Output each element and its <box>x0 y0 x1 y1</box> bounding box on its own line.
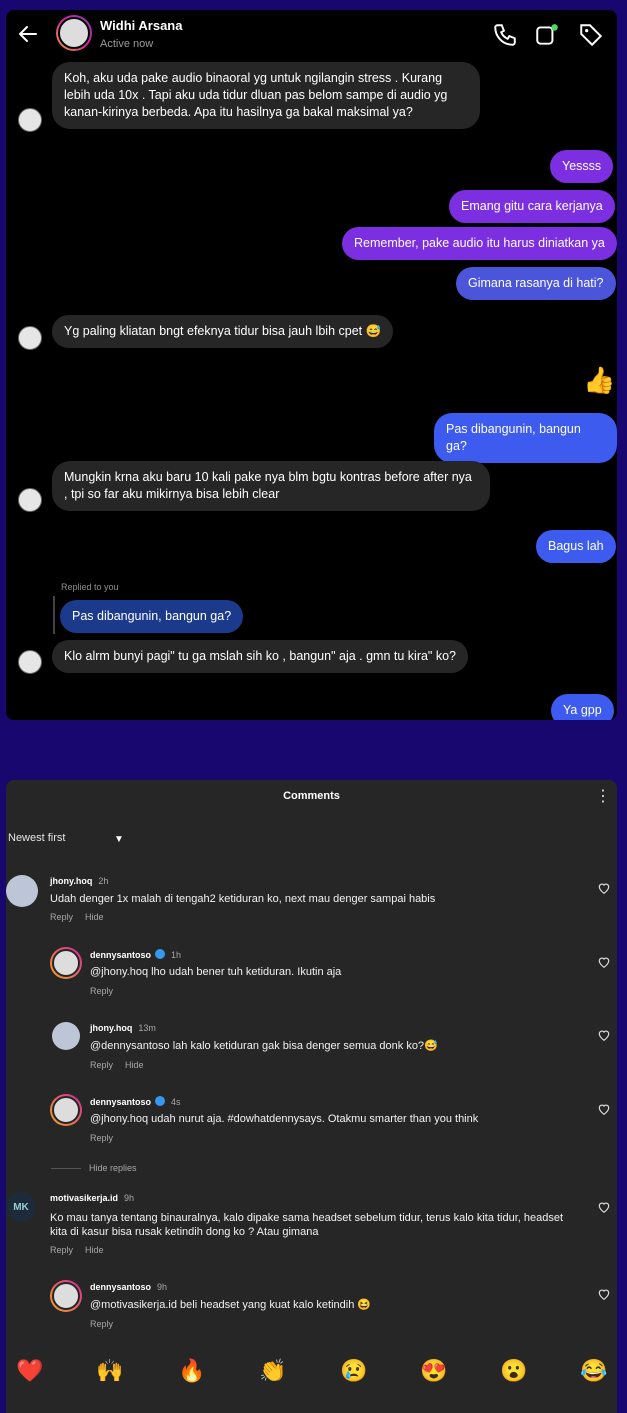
quoted-reply-message[interactable]: Pas dibangunin, bangun ga? <box>60 600 244 633</box>
tag-icon[interactable] <box>578 22 604 48</box>
video-call-icon[interactable] <box>534 22 560 48</box>
reply-indicator-line <box>53 596 55 634</box>
sort-selector[interactable]: Newest first <box>8 832 65 844</box>
thumbs-up-reaction[interactable]: 👍 <box>583 365 615 396</box>
message-outgoing[interactable]: Yessss <box>550 150 614 183</box>
message-outgoing[interactable]: Gimana rasanya di hati? <box>456 267 616 300</box>
heart-icon[interactable] <box>597 881 611 895</box>
emoji-clap[interactable]: 👏 <box>259 1358 286 1384</box>
commenter-avatar[interactable] <box>52 1022 80 1050</box>
emoji-surprised[interactable]: 😮 <box>500 1358 527 1384</box>
sender-avatar <box>18 108 42 132</box>
comment-text: @motivasikerja.id beli headset yang kuat… <box>90 1299 372 1311</box>
chat-header: Widhi Arsana Active now <box>6 10 617 60</box>
more-options-icon[interactable]: ⋮ <box>595 786 611 806</box>
heart-icon[interactable] <box>597 1028 611 1042</box>
hide-replies-button[interactable]: Hide replies <box>89 1163 137 1173</box>
emoji-raised-hands[interactable]: 🙌 <box>96 1358 123 1384</box>
comment-username[interactable]: dennysantoso <box>90 950 151 960</box>
reply-button[interactable]: Reply <box>90 1060 113 1070</box>
comment-username[interactable]: motivasikerja.id <box>50 1193 118 1203</box>
comment-actions: Reply Hide <box>50 1245 116 1255</box>
reply-button[interactable]: Reply <box>50 912 73 922</box>
commenter-avatar[interactable] <box>50 1280 82 1312</box>
comment-time: 13m <box>138 1023 156 1033</box>
hide-button[interactable]: Hide <box>85 1245 104 1255</box>
reply-button[interactable]: Reply <box>90 1133 113 1143</box>
quick-emoji-bar: ❤️ 🙌 🔥 👏 😢 😍 😮 😂 <box>6 1354 617 1394</box>
hide-button[interactable]: Hide <box>125 1060 144 1070</box>
comment-text: @dennysantoso lah kalo ketiduran gak bis… <box>90 1040 438 1052</box>
comment-text: Ko mau tanya tentang binauralnya, kalo d… <box>50 1212 564 1238</box>
comment-header: jhony.hoq 13m <box>90 1023 156 1033</box>
message-outgoing[interactable]: Pas dibangunin, bangun ga? <box>434 413 617 463</box>
message-outgoing[interactable]: Bagus lah <box>536 530 616 563</box>
comments-sheet: Comments ⋮ Newest first ▼ jhony.hoq 2h Ud… <box>6 780 617 1413</box>
sender-avatar <box>18 650 42 674</box>
comments-title: Comments <box>283 790 340 802</box>
reply-button[interactable]: Reply <box>50 1245 73 1255</box>
divider <box>51 1168 81 1169</box>
message-outgoing[interactable]: Emang gitu cara kerjanya <box>449 190 615 223</box>
direct-message-screen: Widhi Arsana Active now Koh, aku uda pak… <box>6 10 617 720</box>
comment-text: @jhony.hoq udah nurut aja. #dowhatdennys… <box>90 1113 479 1125</box>
heart-icon[interactable] <box>597 1287 611 1301</box>
emoji-heart-eyes[interactable]: 😍 <box>420 1358 447 1384</box>
comment-header: dennysantoso 4s <box>90 1096 181 1107</box>
heart-icon[interactable] <box>597 1200 611 1214</box>
emoji-laughing[interactable]: 😂 <box>580 1358 607 1384</box>
message-outgoing[interactable]: Ya gpp <box>551 694 614 720</box>
heart-icon[interactable] <box>597 955 611 969</box>
comment-username[interactable]: jhony.hoq <box>50 876 92 886</box>
commenter-avatar[interactable] <box>50 947 82 979</box>
comment-text: Udah denger 1x malah di tengah2 ketidura… <box>50 893 436 905</box>
message-outgoing[interactable]: Remember, pake audio itu harus diniatkan… <box>342 227 617 260</box>
emoji-crying[interactable]: 😢 <box>340 1358 367 1384</box>
comment-time: 4s <box>171 1097 181 1107</box>
comment-time: 1h <box>171 950 182 960</box>
heart-icon[interactable] <box>597 1102 611 1116</box>
comment-text: @jhony.hoq lho udah bener tuh ketiduran.… <box>90 966 342 978</box>
contact-name[interactable]: Widhi Arsana <box>100 18 182 33</box>
message-incoming[interactable]: Klo alrm bunyi pagi" tu ga mslah sih ko … <box>52 640 468 673</box>
sender-avatar <box>18 326 42 350</box>
sender-avatar <box>18 488 42 512</box>
comment-actions: Reply <box>90 1319 125 1329</box>
comment-time: 9h <box>157 1282 168 1292</box>
comment-header: dennysantoso 9h <box>90 1282 167 1292</box>
verified-badge-icon <box>155 1096 166 1106</box>
comment-username[interactable]: jhony.hoq <box>90 1023 132 1033</box>
back-arrow-icon[interactable] <box>16 22 40 46</box>
commenter-avatar[interactable]: MK <box>6 1192 36 1222</box>
comment-actions: Reply <box>90 986 125 996</box>
comment-time: 2h <box>98 876 109 886</box>
commenter-avatar[interactable] <box>50 1094 82 1126</box>
message-incoming[interactable]: Koh, aku uda pake audio binaoral yg untu… <box>52 62 480 129</box>
reply-button[interactable]: Reply <box>90 986 113 996</box>
comment-time: 9h <box>124 1193 135 1203</box>
verified-badge-icon <box>155 949 166 959</box>
emoji-heart[interactable]: ❤️ <box>16 1358 43 1384</box>
reply-button[interactable]: Reply <box>90 1319 113 1329</box>
replied-to-you-label: Replied to you <box>61 582 119 592</box>
message-incoming[interactable]: Yg paling kliatan bngt efeknya tidur bis… <box>52 315 394 348</box>
comment-header: motivasikerja.id 9h <box>50 1193 134 1203</box>
comment-username[interactable]: dennysantoso <box>90 1097 151 1107</box>
emoji-fire[interactable]: 🔥 <box>178 1358 205 1384</box>
comment-actions: Reply Hide <box>50 912 116 922</box>
contact-avatar[interactable] <box>56 15 92 51</box>
commenter-avatar[interactable] <box>6 875 38 907</box>
comment-username[interactable]: dennysantoso <box>90 1282 151 1292</box>
hide-button[interactable]: Hide <box>85 912 104 922</box>
comment-actions: Reply <box>90 1133 125 1143</box>
message-incoming[interactable]: Mungkin krna aku baru 10 kali pake nya b… <box>52 461 490 511</box>
phone-call-icon[interactable] <box>492 22 518 48</box>
comment-actions: Reply Hide <box>90 1060 156 1070</box>
comment-header: jhony.hoq 2h <box>50 876 108 886</box>
comment-header: dennysantoso 1h <box>90 949 181 960</box>
chevron-down-icon[interactable]: ▼ <box>114 834 124 845</box>
contact-status: Active now <box>100 38 154 50</box>
